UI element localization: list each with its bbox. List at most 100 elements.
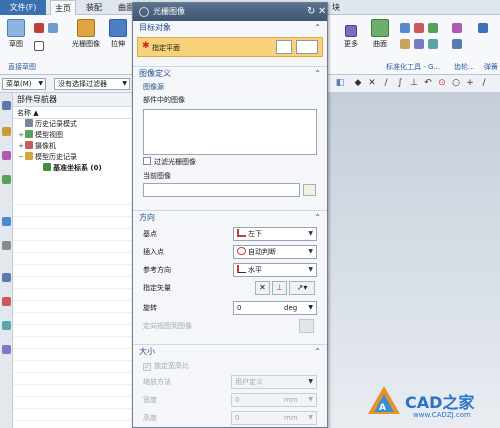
gear-icon[interactable] <box>2 101 11 110</box>
center-point-icon[interactable]: ⊙ <box>436 77 448 89</box>
part-images-list[interactable] <box>143 109 317 155</box>
history-icon[interactable] <box>2 241 11 250</box>
web-browser-icon[interactable] <box>2 217 11 226</box>
filter-raster-row[interactable]: 过滤光栅图像 <box>133 155 327 169</box>
snap-icon[interactable]: ⊥ <box>408 77 420 89</box>
navigator-item-label: 基准坐标系 (0) <box>53 164 102 172</box>
snap-icon[interactable]: ✕ <box>366 77 378 89</box>
surface-button[interactable]: 曲面 <box>366 19 394 49</box>
tab-assembly[interactable]: 装配 <box>82 0 106 15</box>
name-column-header[interactable]: 名称 ▲ <box>13 107 132 119</box>
std-tool-icon[interactable] <box>414 23 424 33</box>
navigator-item[interactable]: + 摄像机 <box>13 141 132 152</box>
std-tool-icon[interactable] <box>414 39 424 49</box>
line-icon[interactable]: / <box>380 77 392 89</box>
gear-tool-icon[interactable] <box>452 23 462 33</box>
navigator-item[interactable]: + 模型视图 <box>13 130 132 141</box>
specify-plane-selection[interactable]: ✱ 指定平面 <box>137 37 323 57</box>
reverse-direction-icon[interactable]: ✕ <box>255 281 270 295</box>
filter-raster-checkbox[interactable] <box>143 157 151 165</box>
plane-type-dropdown[interactable] <box>296 40 318 54</box>
reference-direction-label: 参考方向 <box>143 266 171 274</box>
line-icon[interactable]: / <box>478 77 490 89</box>
assembly-navigator-icon[interactable] <box>2 127 11 136</box>
raster-image-button[interactable]: 光栅图像 <box>70 19 102 49</box>
std-tool-icon[interactable] <box>428 23 438 33</box>
insert-point-dropdown[interactable]: 自动判断 ▼ <box>233 245 317 259</box>
image-definition-section: 图像定义 ⌃ 图像源 部件中的图像 过滤光栅图像 当前图像 <box>133 67 327 211</box>
part-navigator-icon[interactable] <box>2 175 11 184</box>
close-icon[interactable]: ✕ <box>318 3 326 21</box>
gear-tool-icon[interactable] <box>452 39 462 49</box>
roles-icon[interactable] <box>2 321 11 330</box>
horizontal-icon <box>237 265 246 273</box>
rectangle-icon[interactable] <box>34 41 44 51</box>
std-tool-icon[interactable] <box>400 23 410 33</box>
raster-image-dialog: 光栅图像 ↻ ✕ 目标对象 ⌃ ✱ 指定平面 图像定义 ⌃ 图像源 部件中的图像… <box>132 2 328 428</box>
dialog-titlebar[interactable]: 光栅图像 ↻ ✕ <box>133 3 327 21</box>
extrude-button[interactable]: 拉伸 <box>104 19 132 49</box>
chevron-up-icon: ⌃ <box>314 213 321 222</box>
size-header[interactable]: 大小 ⌃ <box>133 345 327 359</box>
sort-up-icon: ▲ <box>33 109 39 117</box>
more-button[interactable]: 更多 <box>337 19 365 49</box>
reference-direction-dropdown[interactable]: 水平 ▼ <box>233 263 317 277</box>
arc-icon[interactable]: ↶ <box>422 77 434 89</box>
std-tool-icon[interactable] <box>400 39 410 49</box>
navigator-item[interactable]: − 模型历史记录 <box>13 152 132 163</box>
curve-icon[interactable]: ∫ <box>394 77 406 89</box>
image-definition-header[interactable]: 图像定义 ⌃ <box>133 67 327 81</box>
navigator-tree: 历史记录模式 + 模型视图 + 摄像机 − 模型历史记录 基准坐标系 (0) <box>13 119 132 174</box>
rotate-angle-value: 0 <box>237 304 242 312</box>
vector-type-dropdown[interactable]: ↗▾ <box>289 281 315 295</box>
vector-dialog-icon[interactable]: ⊥ <box>272 281 287 295</box>
plus-icon[interactable]: + <box>464 77 476 89</box>
sketch-tool-icon[interactable] <box>48 23 58 33</box>
constraint-navigator-icon[interactable] <box>2 151 11 160</box>
scale-method-dropdown[interactable]: 用户定义 ▼ <box>231 375 317 389</box>
base-point-label: 基点 <box>143 230 157 238</box>
orientation-header[interactable]: 方向 ⌃ <box>133 211 327 225</box>
circle-icon[interactable]: ○ <box>450 77 462 89</box>
menu-dropdown[interactable]: 菜单(M) ▼ <box>2 78 46 90</box>
lock-aspect-checkbox[interactable]: ✓ <box>143 363 151 371</box>
target-section-header[interactable]: 目标对象 ⌃ <box>133 21 327 35</box>
curve-icon[interactable] <box>34 23 44 33</box>
current-image-label: 当前图像 <box>143 172 171 180</box>
selection-filter-dropdown[interactable]: 没有选择过滤器 ▼ <box>54 78 130 90</box>
tab-block[interactable]: 块 <box>328 0 344 15</box>
width-field[interactable]: 0 mm ▼ <box>231 393 317 407</box>
expand-icon[interactable]: + <box>17 141 25 152</box>
orient-view-button[interactable] <box>299 319 314 333</box>
auto-infer-point-icon <box>237 247 246 255</box>
menu-dropdown-label: 菜单(M) <box>6 80 32 88</box>
orientation-section: 方向 ⌃ 基点 左下 ▼ 插入点 自动判断 ▼ 参考方向 水平 ▼ 指定矢量 ✕ ⊥ … <box>133 211 327 345</box>
navigator-item-label: 摄像机 <box>35 142 56 150</box>
navigator-item[interactable]: 基准坐标系 (0) <box>13 163 132 174</box>
system-icon[interactable] <box>2 345 11 354</box>
file-menu[interactable]: 文件(F) <box>0 0 46 15</box>
palette-icon[interactable] <box>2 297 11 306</box>
more-icon <box>345 25 357 37</box>
lock-aspect-row[interactable]: ✓ 锁定宽高比 <box>133 359 327 373</box>
snap-icon[interactable]: ◆ <box>352 77 364 89</box>
tree-node-icon <box>25 130 33 138</box>
sketch-button[interactable]: 草图 <box>2 19 30 49</box>
expand-icon[interactable]: + <box>17 130 25 141</box>
folder-open-icon[interactable] <box>303 184 316 196</box>
tab-home[interactable]: 主页 <box>50 0 76 16</box>
reset-icon[interactable]: ↻ <box>307 3 315 21</box>
surface-label: 曲面 <box>373 40 387 48</box>
current-image-field[interactable] <box>143 183 300 197</box>
std-tool-icon[interactable] <box>428 39 438 49</box>
collapse-icon[interactable]: − <box>17 152 25 163</box>
clock-icon[interactable] <box>2 273 11 282</box>
tree-node-icon <box>25 141 33 149</box>
rotate-angle-field[interactable]: 0 deg ▼ <box>233 301 317 315</box>
base-point-dropdown[interactable]: 左下 ▼ <box>233 227 317 241</box>
height-field[interactable]: 0 mm ▼ <box>231 411 317 425</box>
plane-dialog-button[interactable] <box>276 40 292 54</box>
navigator-item[interactable]: 历史记录模式 <box>13 119 132 130</box>
cube-icon[interactable]: ◧ <box>334 77 346 89</box>
spring-tool-icon[interactable] <box>478 23 488 33</box>
